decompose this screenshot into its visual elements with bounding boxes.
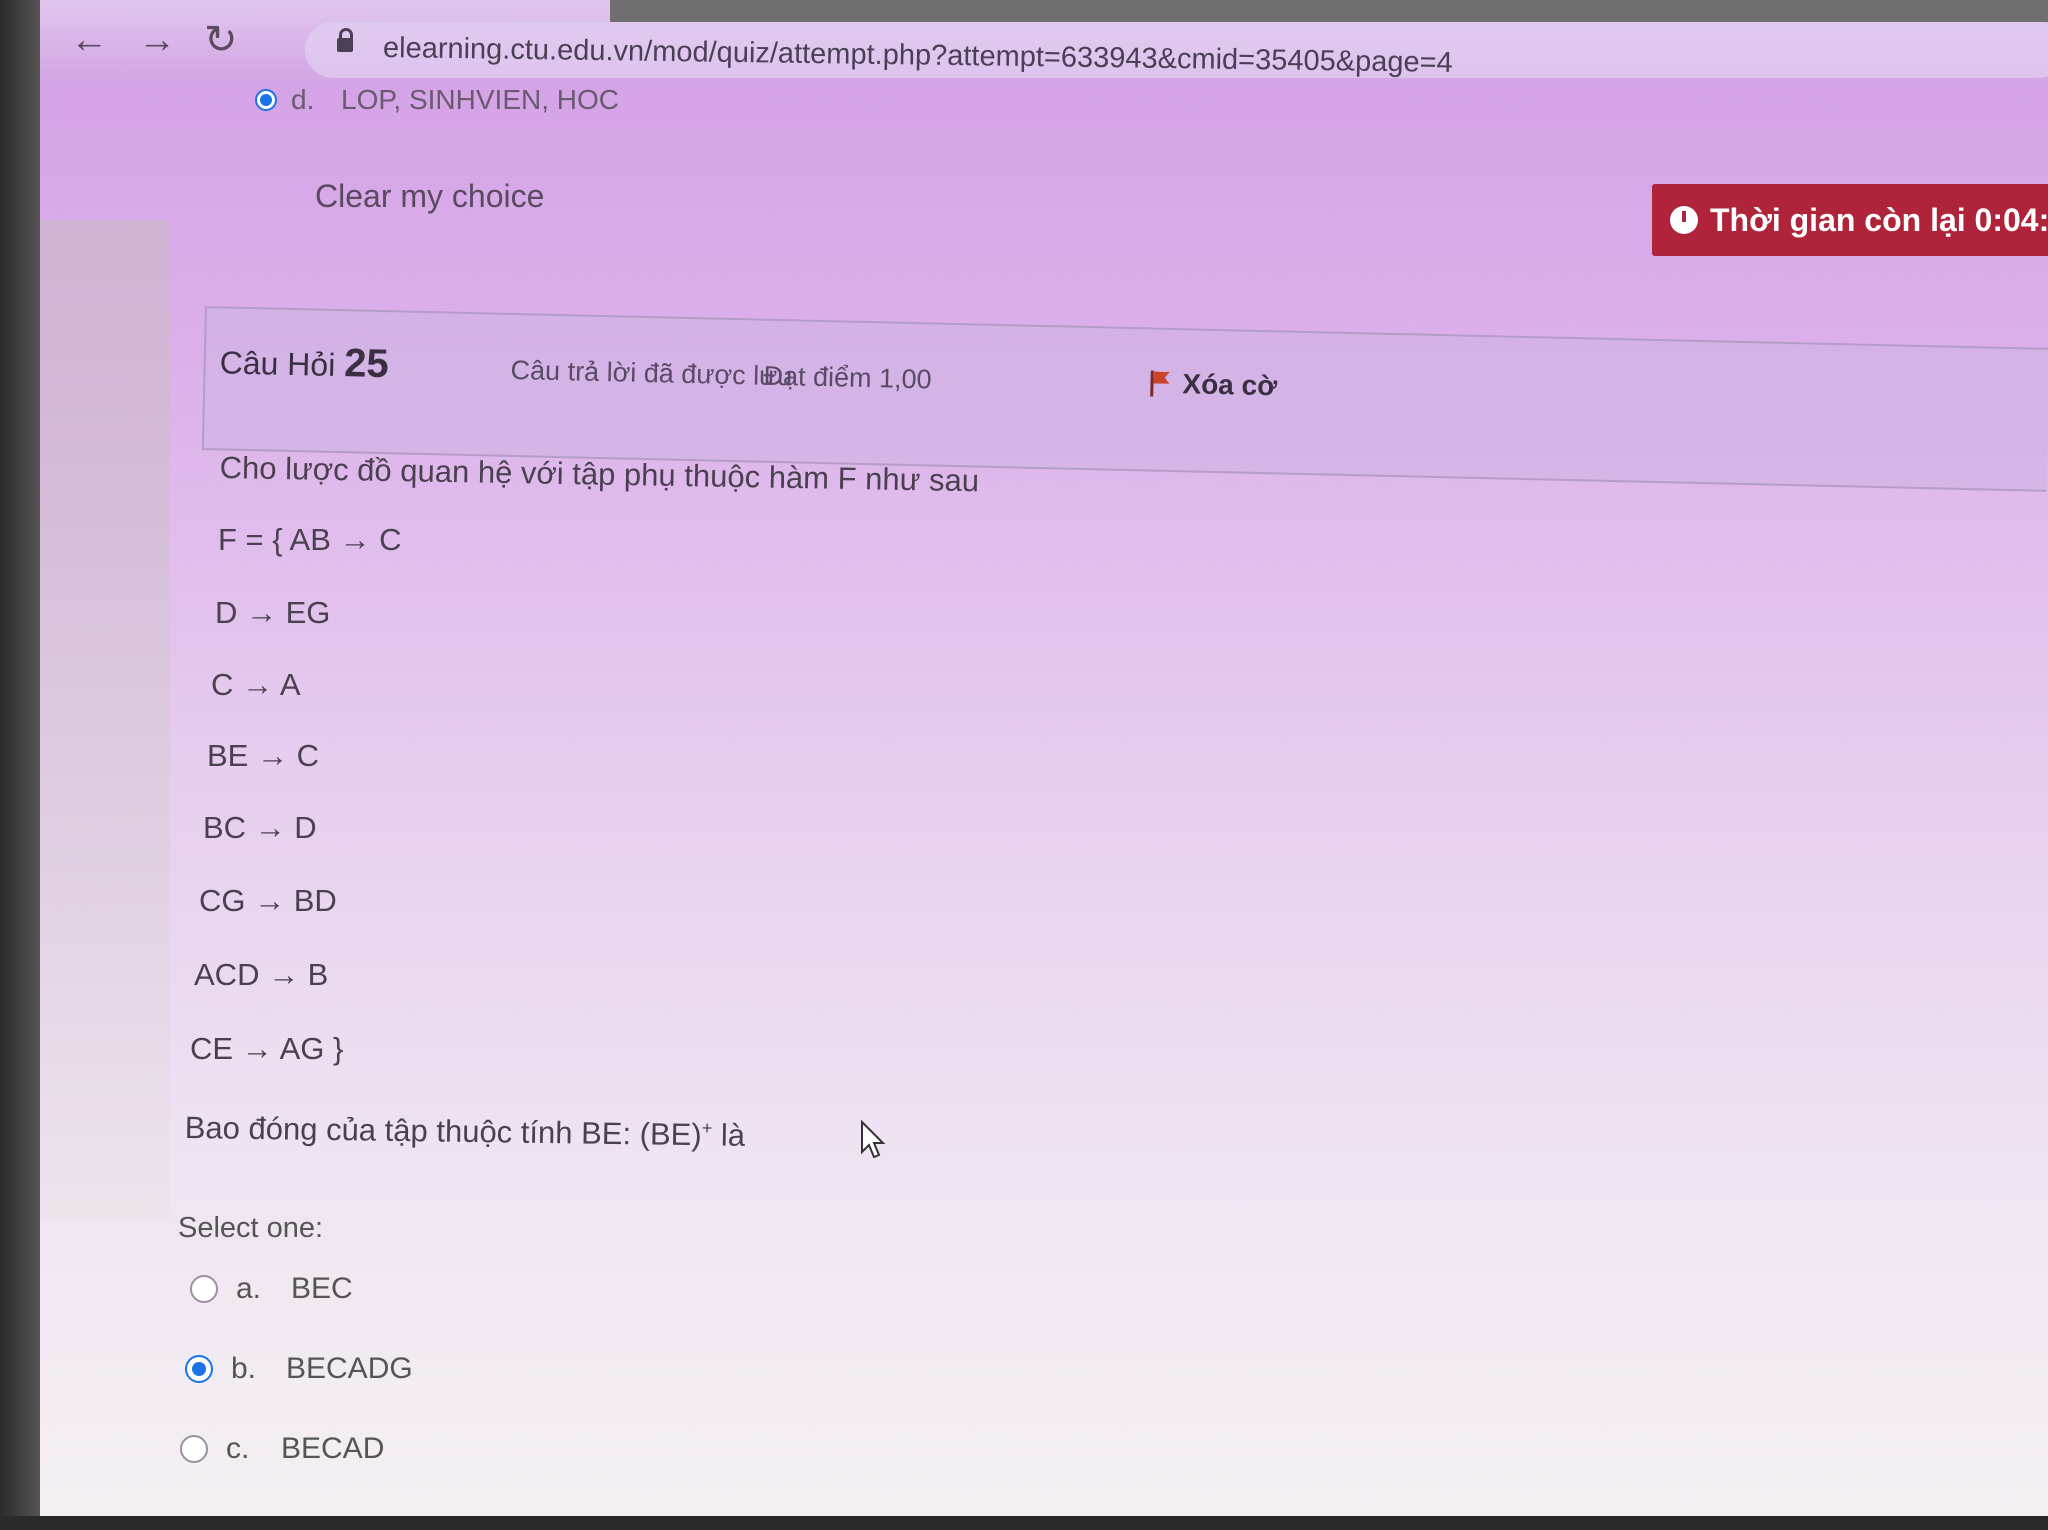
option-letter: d. — [291, 84, 315, 115]
option-letter: c. — [226, 1432, 250, 1465]
radio-checked-icon[interactable] — [255, 89, 277, 111]
clear-choice-link[interactable]: Clear my choice — [315, 178, 544, 215]
question-number: 25 — [343, 341, 390, 387]
radio-checked-icon[interactable] — [185, 1355, 213, 1383]
dependency-line: F = { AB → C — [218, 522, 402, 557]
reload-icon[interactable]: ↻ — [204, 18, 238, 62]
dependency-line: C → A — [211, 667, 301, 702]
dependency-line: CE → AG } — [190, 1031, 344, 1066]
select-one-label: Select one: — [178, 1212, 324, 1244]
flag-label: Xóa cờ — [1182, 368, 1278, 402]
question-status: Câu trả lời đã được lưu — [510, 354, 793, 392]
lock-icon — [337, 28, 353, 52]
browser-toolbar: ← → ↻ elearning.ctu.edu.vn/mod/quiz/atte… — [40, 0, 2048, 82]
radio-unchecked-icon[interactable] — [190, 1275, 218, 1303]
answer-option-c[interactable]: c. BECAD — [180, 1432, 384, 1466]
dependency-line: D → EG — [215, 595, 331, 630]
flag-toggle-button[interactable]: Xóa cờ — [1150, 367, 1277, 402]
dependency-line: BC → D — [203, 810, 317, 845]
option-letter: a. — [236, 1272, 262, 1305]
url-text[interactable]: elearning.ctu.edu.vn/mod/quiz/attempt.ph… — [383, 32, 1453, 80]
monitor-bezel-bottom — [0, 1516, 2048, 1530]
timer-label: Thời gian còn lại 0:04:1 — [1710, 201, 2048, 238]
mouse-cursor-icon — [861, 1120, 886, 1159]
tab-strip — [610, 0, 2048, 22]
timer-badge: Thời gian còn lại 0:04:1 — [1652, 184, 2048, 256]
monitor-bezel — [0, 0, 40, 1530]
back-arrow-icon[interactable]: ← — [70, 18, 108, 62]
flag-icon — [1150, 370, 1171, 396]
option-text: BEC — [291, 1272, 353, 1305]
question-number-label: Câu Hỏi 25 — [219, 338, 389, 387]
question-title: Câu Hỏi — [219, 344, 336, 383]
option-text: BECAD — [281, 1432, 385, 1465]
background-image-strip — [40, 220, 170, 1220]
option-letter: b. — [231, 1352, 257, 1385]
dependency-line: ACD → B — [194, 957, 329, 992]
dependency-line: CG → BD — [199, 883, 337, 918]
option-text: BECADG — [286, 1352, 413, 1385]
forward-arrow-icon[interactable]: → — [138, 18, 176, 62]
address-bar[interactable]: elearning.ctu.edu.vn/mod/quiz/attempt.ph… — [305, 22, 2048, 80]
closure-question: Bao đóng của tập thuộc tính BE: (BE)+ là — [184, 1110, 746, 1154]
radio-unchecked-icon[interactable] — [180, 1435, 208, 1463]
option-text: LOP, SINHVIEN, HOC — [341, 84, 620, 115]
answer-option-b[interactable]: b. BECADG — [185, 1352, 413, 1386]
closure-suffix: là — [720, 1117, 746, 1153]
previous-question-selected-option[interactable]: d. LOP, SINHVIEN, HOC — [255, 84, 619, 116]
answer-option-a[interactable]: a. BEC — [190, 1272, 353, 1306]
question-mark: Đạt điểm 1,00 — [763, 360, 932, 395]
dependency-line: BE → C — [207, 738, 319, 773]
clock-icon — [1670, 206, 1698, 234]
closure-prefix: Bao đóng của tập thuộc tính BE: (BE) — [184, 1110, 702, 1153]
closure-superscript: + — [701, 1117, 713, 1139]
